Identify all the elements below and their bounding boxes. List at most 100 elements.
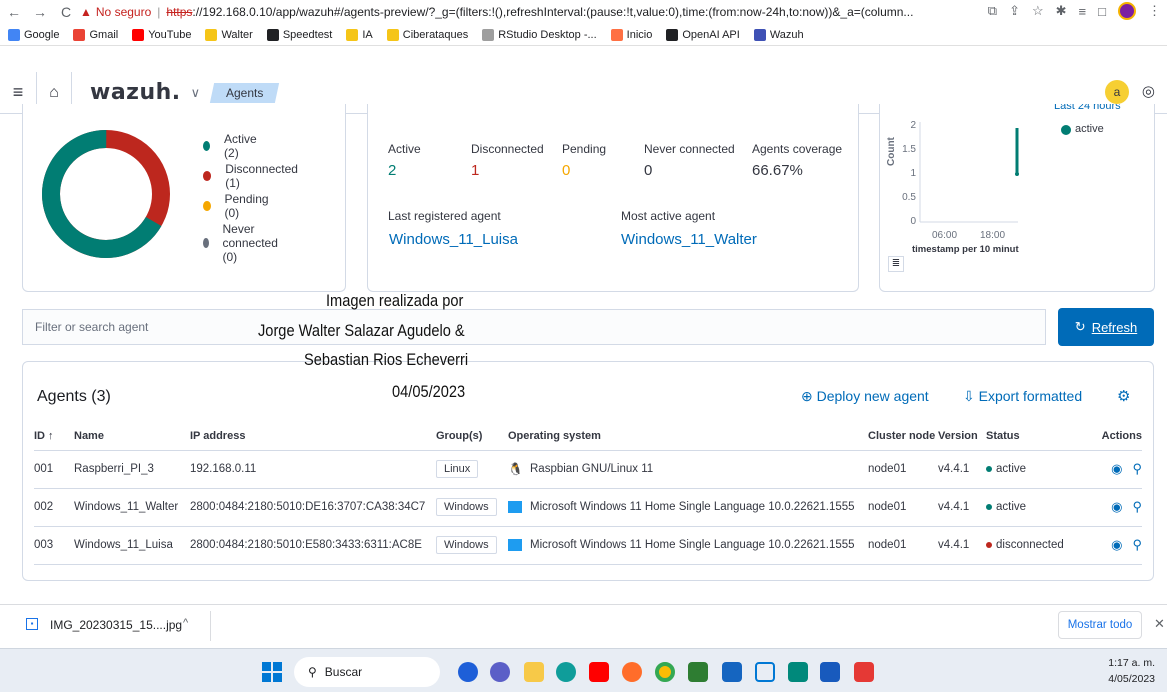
chat-icon[interactable] xyxy=(490,662,510,682)
time-range-label[interactable]: Last 24 hours xyxy=(1054,104,1121,112)
bookmark-item[interactable]: YouTube xyxy=(132,28,192,41)
agent-version: v4.4.1 xyxy=(938,463,970,475)
help-icon[interactable]: ◎ xyxy=(1142,82,1155,100)
show-all-button[interactable]: Mostrar todo xyxy=(1058,611,1142,639)
column-header[interactable]: Name xyxy=(74,422,190,451)
back-icon[interactable]: ← xyxy=(4,4,24,20)
wazuh-logo[interactable]: wazuh. xyxy=(90,80,181,105)
avatar[interactable]: a xyxy=(1105,80,1129,104)
configure-icon[interactable]: ⚲ xyxy=(1132,537,1142,552)
deploy-new-agent-button[interactable]: ⊕ Deploy new agent xyxy=(801,388,929,405)
anydesk-icon[interactable] xyxy=(854,662,874,682)
refresh-button[interactable]: ↻ Refresh xyxy=(1058,308,1154,346)
table-row[interactable]: 002 Windows_11_Walter 2800:0484:2180:5010:… xyxy=(34,488,1142,527)
column-header[interactable]: Actions xyxy=(1078,422,1142,451)
column-header[interactable]: Operating system xyxy=(508,422,868,451)
column-header[interactable]: Status xyxy=(986,422,1078,451)
most-active-link[interactable]: Windows_11_Walter xyxy=(621,231,757,248)
group-badge[interactable]: Linux xyxy=(436,460,479,478)
bookmark-item[interactable]: IA xyxy=(346,28,373,41)
group-badge[interactable]: Windows xyxy=(436,536,497,554)
bookmark-item[interactable]: Inicio xyxy=(610,28,652,41)
x-tick-label: 06:00 xyxy=(932,230,957,241)
stat-value[interactable]: 1 xyxy=(471,162,479,179)
y-tick-label: 1 xyxy=(910,168,916,179)
onedrive-icon[interactable] xyxy=(755,662,775,682)
column-header[interactable]: Group(s) xyxy=(436,422,508,451)
y-tick-label: 1.5 xyxy=(902,144,916,155)
configure-icon[interactable]: ⚲ xyxy=(1132,499,1142,514)
tab-layout-icon[interactable]: □ xyxy=(1098,4,1106,19)
stat-label: Never connected xyxy=(644,142,735,156)
chevron-down-icon[interactable]: ∨ xyxy=(191,85,201,101)
reading-list-icon[interactable]: ≡ xyxy=(1079,4,1087,19)
menu-icon[interactable]: ⋮ xyxy=(1148,3,1161,19)
column-header[interactable]: IP address xyxy=(190,422,436,451)
last-registered-link[interactable]: Windows_11_Luisa xyxy=(389,231,518,248)
agents-table: ID ↑ Name IP address Group(s) Operating syst… xyxy=(34,422,1142,565)
bookmark-item[interactable]: Wazuh xyxy=(753,28,804,41)
group-badge[interactable]: Windows xyxy=(436,498,497,516)
taskbar-search[interactable]: ⚲ Buscar xyxy=(294,657,440,687)
bookmark-item[interactable]: Speedtest xyxy=(266,28,332,41)
app-icon[interactable] xyxy=(688,662,708,682)
eye-icon[interactable]: ◉ xyxy=(1111,499,1122,514)
windows-icon xyxy=(508,538,522,551)
stat-value[interactable]: 0 xyxy=(562,162,570,179)
stat-value[interactable]: 2 xyxy=(388,162,396,179)
bookmark-label: YouTube xyxy=(148,28,192,41)
file-explorer-icon[interactable] xyxy=(524,662,544,682)
table-row[interactable]: 003 Windows_11_Luisa 2800:0484:2180:5010:E… xyxy=(34,526,1142,565)
column-header[interactable]: Version xyxy=(938,422,986,451)
clock-date[interactable]: 4/05/2023 xyxy=(1108,673,1155,685)
photos-icon[interactable] xyxy=(788,662,808,682)
firefox-icon[interactable] xyxy=(622,662,642,682)
configure-icon[interactable]: ⚲ xyxy=(1132,461,1142,476)
youtube-icon[interactable] xyxy=(589,662,609,682)
eye-icon[interactable]: ◉ xyxy=(1111,461,1122,476)
bookmark-label: OpenAI API xyxy=(682,28,740,41)
overlay-line-4: 04/05/2023 xyxy=(392,382,466,401)
status-donut xyxy=(42,130,170,258)
bookmark-item[interactable]: RStudio Desktop -... xyxy=(482,28,597,41)
column-header[interactable]: ID ↑ xyxy=(34,422,74,451)
bookmark-star-icon[interactable]: ☆ xyxy=(1032,3,1044,19)
copilot-icon[interactable] xyxy=(458,662,478,682)
inspect-icon[interactable]: ≣ xyxy=(888,256,904,272)
menu-toggle-icon[interactable]: ≡ xyxy=(0,82,36,103)
start-windows-icon[interactable] xyxy=(262,662,282,682)
bookmark-item[interactable]: Gmail xyxy=(73,28,118,41)
stat-value[interactable]: 0 xyxy=(644,162,652,179)
chrome-icon[interactable] xyxy=(655,662,675,682)
agent-node: node01 xyxy=(868,501,907,513)
clock-time[interactable]: 1:17 a. m. xyxy=(1108,657,1155,669)
word-icon[interactable] xyxy=(820,662,840,682)
bookmark-item[interactable]: OpenAI API xyxy=(666,28,740,41)
reload-icon[interactable]: C xyxy=(56,4,76,20)
close-icon[interactable]: ✕ xyxy=(1154,616,1165,632)
bookmark-item[interactable]: Google xyxy=(8,28,59,41)
edge-icon[interactable] xyxy=(556,662,576,682)
search-input[interactable]: Filter or search agent xyxy=(22,309,1046,345)
chevron-up-icon[interactable]: ^ xyxy=(183,617,188,629)
translate-icon[interactable]: ⧉ xyxy=(988,3,997,19)
forward-icon[interactable]: → xyxy=(30,4,50,20)
settings-gear-icon[interactable]: ⚙ xyxy=(1117,387,1130,405)
profile-avatar[interactable] xyxy=(1118,2,1136,20)
table-row[interactable]: 001 Raspberri_PI_3 192.168.0.11 Linux 🐧 Raspb… xyxy=(34,450,1142,489)
export-formatted-button[interactable]: ⇩ Export formatted xyxy=(963,388,1082,405)
export-icon: ⇩ xyxy=(963,388,979,404)
bookmark-label: Ciberataques xyxy=(402,28,469,41)
agent-ip: 2800:0484:2180:5010:E580:3433:6311:AC8E xyxy=(190,539,422,551)
bookmark-item[interactable]: Walter xyxy=(205,28,253,41)
breadcrumb: Agents xyxy=(210,82,280,103)
teams-app-icon[interactable] xyxy=(722,662,742,682)
bookmark-item[interactable]: Ciberataques xyxy=(386,28,469,41)
eye-icon[interactable]: ◉ xyxy=(1111,537,1122,552)
extensions-icon[interactable]: ✱ xyxy=(1056,3,1067,19)
column-header[interactable]: Cluster node xyxy=(868,422,938,451)
download-file-name[interactable]: IMG_20230315_15....jpg xyxy=(50,618,182,632)
address-bar[interactable]: ▲ No seguro | https ://192.168.0.10/app/… xyxy=(80,2,1000,22)
browser-actions: ⧉ ⇪ ☆ ✱ ≡ □ ⋮ xyxy=(988,2,1161,20)
share-icon[interactable]: ⇪ xyxy=(1009,3,1020,19)
